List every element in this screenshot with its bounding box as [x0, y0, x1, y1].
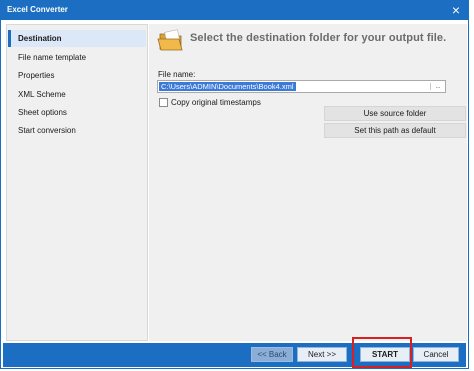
- next-button[interactable]: Next >>: [297, 347, 347, 362]
- use-source-folder-button[interactable]: Use source folder: [324, 106, 466, 121]
- copy-timestamps-label[interactable]: Copy original timestamps: [171, 98, 261, 107]
- close-icon[interactable]: ×: [452, 2, 460, 18]
- back-button[interactable]: << Back: [251, 347, 293, 362]
- set-default-path-button[interactable]: Set this path as default: [324, 123, 466, 138]
- sidebar-item-properties[interactable]: Properties: [8, 67, 146, 84]
- title-bar[interactable]: Excel Converter ×: [1, 1, 468, 20]
- sidebar-item-start-conversion[interactable]: Start conversion: [8, 122, 146, 139]
- sidebar-item-destination[interactable]: Destination: [8, 30, 146, 47]
- file-name-value[interactable]: C:\Users\ADMIN\Documents\Book4.xml: [159, 82, 296, 91]
- sidebar-item-xml-scheme[interactable]: XML Scheme: [8, 86, 146, 103]
- sidebar-item-sheet-options[interactable]: Sheet options: [8, 104, 146, 121]
- cancel-button[interactable]: Cancel: [413, 347, 459, 362]
- sidebar: Destination File name template Propertie…: [6, 24, 148, 341]
- file-name-label: File name:: [158, 70, 196, 79]
- main-panel: [149, 24, 467, 341]
- sidebar-item-file-name-template[interactable]: File name template: [8, 49, 146, 66]
- field-separator: [430, 83, 431, 90]
- page-title: Select the destination folder for your o…: [190, 32, 447, 44]
- browse-button[interactable]: ..: [433, 82, 443, 91]
- copy-timestamps-checkbox[interactable]: [159, 98, 168, 107]
- folder-icon: [157, 29, 183, 51]
- start-highlight-box: [352, 337, 412, 368]
- window-title: Excel Converter: [7, 5, 68, 14]
- file-name-input[interactable]: C:\Users\ADMIN\Documents\Book4.xml ..: [157, 80, 446, 93]
